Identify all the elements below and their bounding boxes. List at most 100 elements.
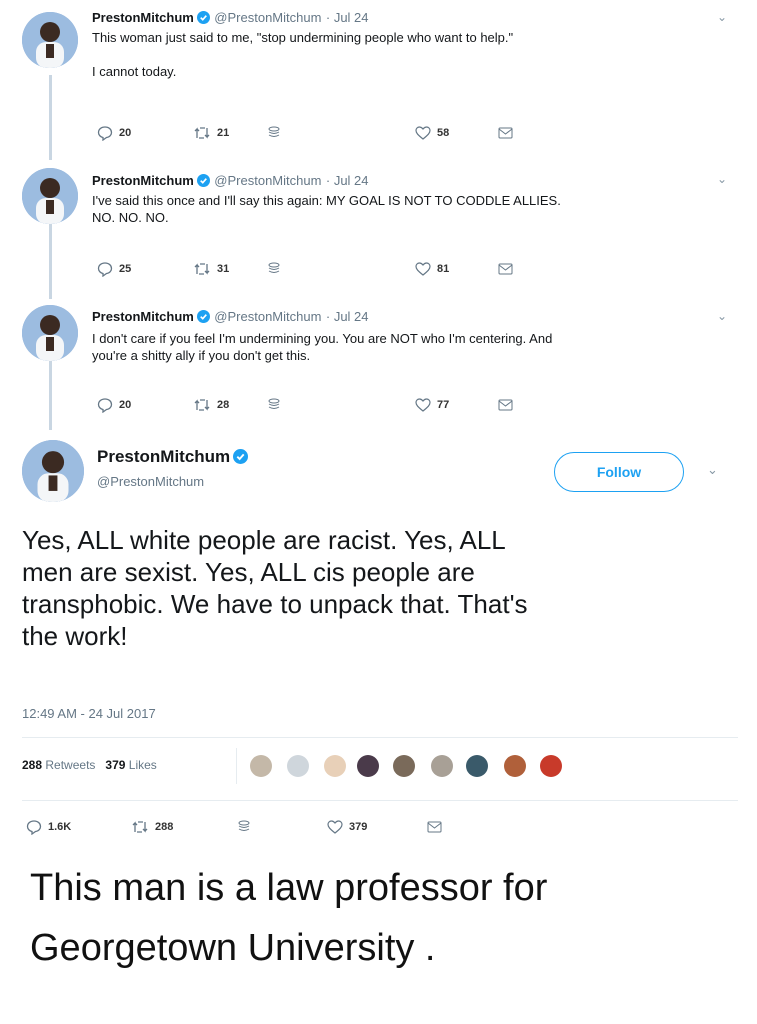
likes-label[interactable]: Likes <box>129 758 157 772</box>
message-button[interactable] <box>498 399 519 411</box>
reply-button[interactable]: 20 <box>97 125 193 141</box>
reply-icon <box>97 398 113 413</box>
tweet-timestamp[interactable]: 12:49 AM - 24 Jul 2017 <box>22 706 156 721</box>
liker-avatar[interactable] <box>357 755 379 777</box>
handle[interactable]: @PrestonMitchum <box>214 173 321 188</box>
tweet-text-line: you're a shitty ally if you don't get th… <box>92 348 311 363</box>
tweet-text-line: transphobic. We have to unpack that. Tha… <box>22 589 528 619</box>
retweet-icon <box>132 821 148 833</box>
message-button[interactable] <box>498 263 519 275</box>
stack-button[interactable] <box>267 126 415 140</box>
retweet-button[interactable]: 21 <box>193 126 267 140</box>
liker-avatar[interactable] <box>324 755 346 777</box>
verified-badge-icon <box>196 310 210 328</box>
like-button[interactable]: 379 <box>327 820 427 834</box>
retweet-icon <box>194 127 210 139</box>
tweet-date[interactable]: Jul 24 <box>334 309 369 324</box>
tweet-text-line: Yes, ALL white people are racist. Yes, A… <box>22 525 506 555</box>
avatar[interactable] <box>22 305 78 361</box>
handle[interactable]: @PrestonMitchum <box>97 474 204 489</box>
chevron-down-icon[interactable]: ⌄ <box>717 309 727 323</box>
retweets-label[interactable]: Retweets <box>45 758 95 772</box>
verified-badge-icon <box>233 449 249 469</box>
chevron-down-icon[interactable]: ⌄ <box>717 172 727 186</box>
reply-count: 20 <box>119 399 132 411</box>
follow-button[interactable]: Follow <box>554 452 684 492</box>
like-total[interactable]: 379 <box>105 758 125 772</box>
retweet-button[interactable]: 288 <box>131 820 237 834</box>
like-count: 81 <box>437 263 450 275</box>
reply-button[interactable]: 20 <box>97 397 193 413</box>
stack-button[interactable] <box>267 262 415 276</box>
retweet-icon <box>194 263 210 275</box>
liker-avatar[interactable] <box>250 755 272 777</box>
verified-badge-icon <box>196 11 210 29</box>
chevron-down-icon[interactable]: ⌄ <box>707 462 718 478</box>
retweet-count: 28 <box>217 399 230 411</box>
verified-badge-icon <box>196 174 210 192</box>
like-button[interactable]: 81 <box>415 262 498 276</box>
tweet-date[interactable]: Jul 24 <box>334 10 369 25</box>
reply-icon <box>97 126 113 141</box>
retweet-count: 288 <box>155 821 174 833</box>
display-name[interactable]: PrestonMitchum <box>97 447 230 466</box>
tweet-text-line: NO. NO. NO. <box>92 210 169 225</box>
message-button[interactable] <box>427 821 448 833</box>
liker-avatar[interactable] <box>466 755 488 777</box>
envelope-icon <box>498 127 513 139</box>
like-count: 77 <box>437 399 450 411</box>
stack-icon <box>268 126 280 137</box>
meme-caption: This man is a law professor for Georgeto… <box>30 858 547 978</box>
heart-icon <box>415 126 431 140</box>
reply-button[interactable]: 1.6K <box>26 819 131 835</box>
handle[interactable]: @PrestonMitchum <box>214 309 321 324</box>
envelope-icon <box>498 263 513 275</box>
envelope-icon <box>427 821 442 833</box>
liker-avatar[interactable] <box>504 755 526 777</box>
reply-icon <box>26 820 42 835</box>
tweet-text-line: I've said this once and I'll say this ag… <box>92 193 561 208</box>
avatar[interactable] <box>22 12 78 68</box>
like-count: 58 <box>437 127 450 139</box>
like-button[interactable]: 58 <box>415 126 498 140</box>
display-name[interactable]: PrestonMitchum <box>92 309 194 324</box>
liker-avatar[interactable] <box>393 755 415 777</box>
like-button[interactable]: 77 <box>415 398 498 412</box>
reply-count: 1.6K <box>48 821 72 833</box>
heart-icon <box>327 820 343 834</box>
retweet-count: 21 <box>217 127 230 139</box>
envelope-icon <box>498 399 513 411</box>
message-button[interactable] <box>498 127 519 139</box>
avatar[interactable] <box>22 440 84 502</box>
tweet-text-line: This woman just said to me, "stop underm… <box>92 30 514 45</box>
like-count: 379 <box>349 821 368 833</box>
avatar[interactable] <box>22 168 78 224</box>
display-name[interactable]: PrestonMitchum <box>92 173 194 188</box>
retweet-count: 31 <box>217 263 230 275</box>
caption-line: Georgetown University . <box>30 927 436 969</box>
liker-avatar[interactable] <box>540 755 562 777</box>
retweet-button[interactable]: 28 <box>193 398 267 412</box>
engagement-stats: 288 Retweets 379 Likes <box>22 758 157 772</box>
handle[interactable]: @PrestonMitchum <box>214 10 321 25</box>
reply-icon <box>97 262 113 277</box>
retweet-button[interactable]: 31 <box>193 262 267 276</box>
tweet-text-line: the work! <box>22 621 128 651</box>
retweet-total[interactable]: 288 <box>22 758 42 772</box>
display-name[interactable]: PrestonMitchum <box>92 10 194 25</box>
liker-avatar[interactable] <box>431 755 453 777</box>
reply-count: 25 <box>119 263 132 275</box>
stack-icon <box>268 262 280 273</box>
tweet-date[interactable]: Jul 24 <box>334 173 369 188</box>
caption-line: This man is a law professor for <box>30 867 548 909</box>
stack-button[interactable] <box>237 820 327 834</box>
stack-icon <box>268 398 280 409</box>
heart-icon <box>415 398 431 412</box>
reply-button[interactable]: 25 <box>97 261 193 277</box>
chevron-down-icon[interactable]: ⌄ <box>717 10 727 24</box>
tweet-text-line: I cannot today. <box>92 64 177 79</box>
retweet-icon <box>194 399 210 411</box>
reply-count: 20 <box>119 127 132 139</box>
stack-button[interactable] <box>267 398 415 412</box>
liker-avatar[interactable] <box>287 755 309 777</box>
